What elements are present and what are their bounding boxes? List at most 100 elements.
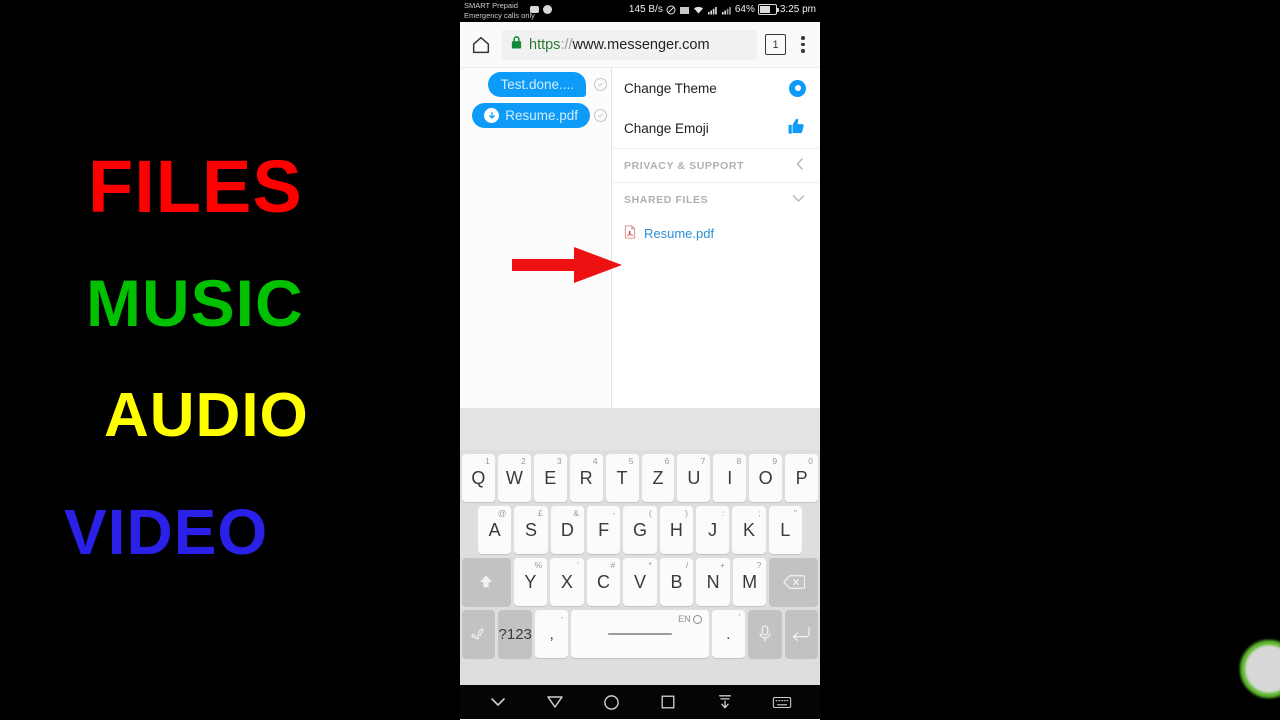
key-sup: '	[577, 560, 579, 570]
key-sup: &	[573, 508, 579, 518]
key-i[interactable]: 8I	[713, 454, 747, 502]
handwriting-icon[interactable]	[462, 610, 496, 658]
key-label: K	[742, 519, 755, 540]
home-icon[interactable]	[468, 32, 494, 58]
key-v[interactable]: * V	[623, 558, 657, 606]
key-c[interactable]: # C	[586, 558, 621, 606]
message-bubble-attachment[interactable]: Resume.pdf	[472, 103, 590, 128]
promo-word-video: VIDEO	[64, 496, 269, 568]
section-header-shared-files[interactable]: SHARED FILES	[612, 182, 820, 216]
page-content: Test.done.... Resume.pdf Change Theme Ch…	[460, 68, 820, 408]
key-u[interactable]: 7U	[677, 454, 711, 502]
key-label: F	[598, 519, 610, 540]
key-label: B	[670, 571, 683, 592]
key-label: P	[795, 467, 808, 488]
backspace-icon[interactable]	[769, 558, 818, 606]
wifi-icon	[693, 6, 703, 13]
status-right-group: 145 B/s 64% 3:25 pm	[629, 4, 816, 15]
key-g[interactable]: (G	[623, 506, 657, 554]
key-sup: 0	[808, 456, 814, 466]
key-b[interactable]: / B	[659, 558, 694, 606]
space-icon	[608, 633, 672, 635]
url-bar[interactable]: https://www.messenger.com	[502, 29, 757, 60]
key-label: T	[616, 467, 628, 488]
key-sup: 8	[736, 456, 742, 466]
key-x[interactable]: ' X	[550, 558, 584, 606]
back-triangle-icon[interactable]	[542, 689, 568, 715]
key-period[interactable]: '.	[711, 610, 746, 658]
key-label: N	[706, 571, 720, 592]
recents-square-icon[interactable]	[655, 689, 681, 715]
key-e[interactable]: 3E	[533, 454, 567, 502]
key-sup: 2	[521, 456, 526, 466]
key-o[interactable]: 9O	[749, 454, 783, 502]
key-sup: /	[685, 560, 689, 570]
screenshot-root: FILES MUSIC AUDIO VIDEO SMART Prepaid Em…	[0, 0, 1280, 720]
chevron-down-icon[interactable]	[791, 192, 806, 207]
key-label: G	[632, 519, 647, 540]
key-d[interactable]: & D	[550, 506, 584, 554]
key-l[interactable]: " L	[768, 506, 802, 554]
message-status-icon	[594, 78, 607, 91]
carrier-name: SMART Prepaid	[464, 1, 518, 10]
key-p[interactable]: 0P	[785, 454, 819, 502]
key-q[interactable]: 1Q	[461, 454, 495, 502]
key-a[interactable]: @ A	[478, 506, 512, 554]
key-label: Q	[471, 467, 486, 488]
shift-icon[interactable]	[462, 558, 511, 606]
message-text: Test.done....	[500, 77, 574, 92]
key-sup: 9	[772, 456, 778, 466]
overflow-menu-icon[interactable]	[794, 36, 812, 53]
url-host: www.messenger.com	[572, 36, 710, 53]
symbols-key[interactable]: ?123	[498, 610, 532, 658]
key-h[interactable]: ) H	[659, 506, 693, 554]
key-w[interactable]: 2W	[497, 454, 531, 502]
key-sup: 5	[628, 456, 634, 466]
key-sup: 3	[556, 456, 562, 466]
key-j[interactable]: :J	[695, 506, 730, 554]
microphone-icon[interactable]	[748, 610, 782, 658]
section-header-privacy-support[interactable]: PRIVACY & SUPPORT	[612, 148, 820, 182]
keyboard-row-1: 1Q 2W 3E 4R 5T 6Z 7U 8I 9O 0P	[461, 454, 819, 502]
spacebar[interactable]: EN	[571, 610, 709, 658]
keyboard-row-4: ?123 -, EN '.	[462, 610, 819, 658]
key-z[interactable]: 6Z	[641, 454, 675, 502]
key-k[interactable]: ; K	[732, 506, 766, 554]
key-t[interactable]: 5T	[605, 454, 639, 502]
privacy-support-label: PRIVACY & SUPPORT	[624, 159, 745, 172]
theme-circle-icon[interactable]	[789, 79, 806, 97]
key-label: H	[669, 519, 683, 540]
key-sup: %	[534, 560, 543, 570]
chat-thread-pane: Test.done.... Resume.pdf	[460, 68, 612, 408]
menu-item-change-theme[interactable]: Change Theme	[612, 68, 820, 108]
enter-icon[interactable]	[784, 610, 819, 658]
key-f[interactable]: -F	[587, 506, 621, 554]
key-m[interactable]: ? M	[732, 558, 767, 606]
key-sup: :	[721, 508, 725, 518]
menu-item-change-emoji[interactable]: Change Emoji	[612, 108, 820, 148]
key-label: W	[505, 467, 523, 488]
key-label: S	[525, 519, 538, 540]
key-sup: "	[793, 508, 797, 518]
shared-file-item[interactable]: Resume.pdf	[612, 216, 820, 250]
message-bubble-text[interactable]: Test.done....	[488, 72, 586, 97]
key-label: C	[596, 571, 610, 592]
home-circle-icon[interactable]	[599, 689, 625, 715]
no-sim-icon	[666, 5, 676, 14]
key-y[interactable]: % Y	[513, 558, 548, 606]
keyboard-row-2: @ A £ S & D -F (G ) H :J ; K " L	[462, 506, 818, 554]
thumbs-up-icon[interactable]	[787, 117, 806, 139]
keyboard-switch-icon[interactable]	[769, 689, 795, 715]
download-arrow-icon[interactable]	[712, 689, 738, 715]
chevron-left-icon[interactable]	[794, 157, 806, 174]
url-text: https://www.messenger.com	[529, 37, 710, 53]
key-label: A	[488, 519, 501, 540]
key-sup: 6	[664, 456, 670, 466]
key-r[interactable]: 4R	[569, 454, 603, 502]
key-n[interactable]: + N	[696, 558, 730, 606]
key-label: Y	[524, 571, 537, 592]
key-s[interactable]: £ S	[514, 506, 548, 554]
key-comma[interactable]: -,	[534, 610, 569, 658]
tab-count-button[interactable]: 1	[765, 34, 786, 55]
hide-keyboard-chevron-icon[interactable]	[485, 689, 511, 715]
